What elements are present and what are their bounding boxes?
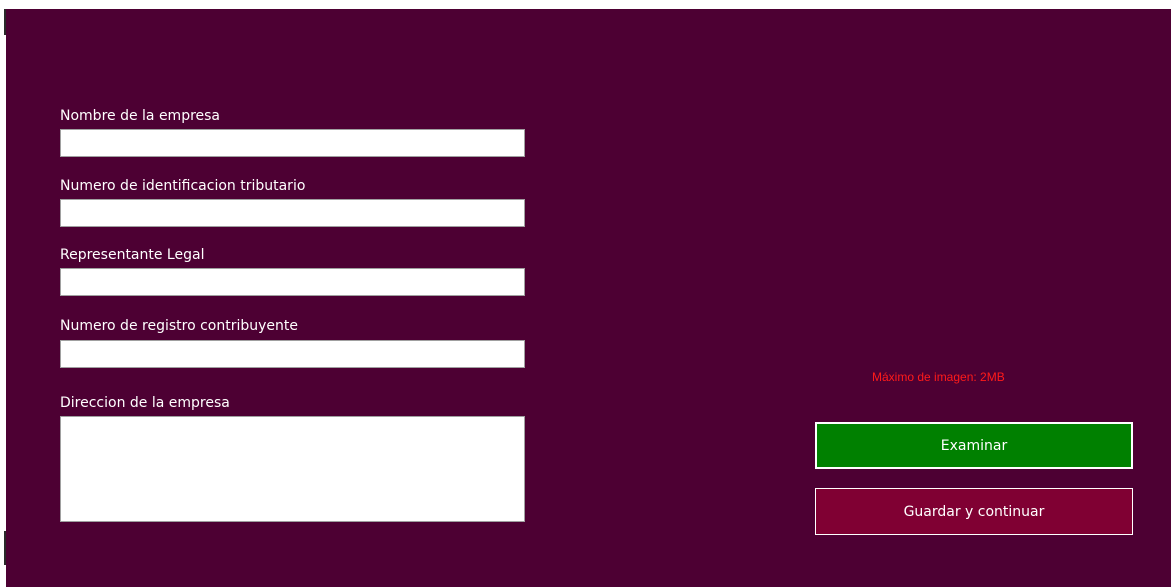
- save-continue-button[interactable]: Guardar y continuar: [815, 488, 1133, 535]
- legal-rep-label: Representante Legal: [60, 247, 205, 263]
- tax-id-input[interactable]: [60, 199, 525, 227]
- browse-button[interactable]: Examinar: [815, 422, 1133, 469]
- legal-rep-input[interactable]: [60, 268, 525, 296]
- tax-id-label: Numero de identificacion tributario: [60, 178, 306, 194]
- taxpayer-reg-input[interactable]: [60, 340, 525, 368]
- max-image-size-note: Máximo de imagen: 2MB: [872, 370, 1005, 384]
- company-form-window: Nombre de la empresa Numero de identific…: [6, 9, 1171, 587]
- taxpayer-reg-label: Numero de registro contribuyente: [60, 318, 298, 334]
- browse-button-label: Examinar: [940, 437, 1008, 454]
- company-name-input[interactable]: [60, 129, 525, 157]
- address-textarea[interactable]: [60, 416, 525, 522]
- address-label: Direccion de la empresa: [60, 395, 230, 411]
- save-continue-button-label: Guardar y continuar: [903, 503, 1045, 520]
- company-name-label: Nombre de la empresa: [60, 108, 221, 124]
